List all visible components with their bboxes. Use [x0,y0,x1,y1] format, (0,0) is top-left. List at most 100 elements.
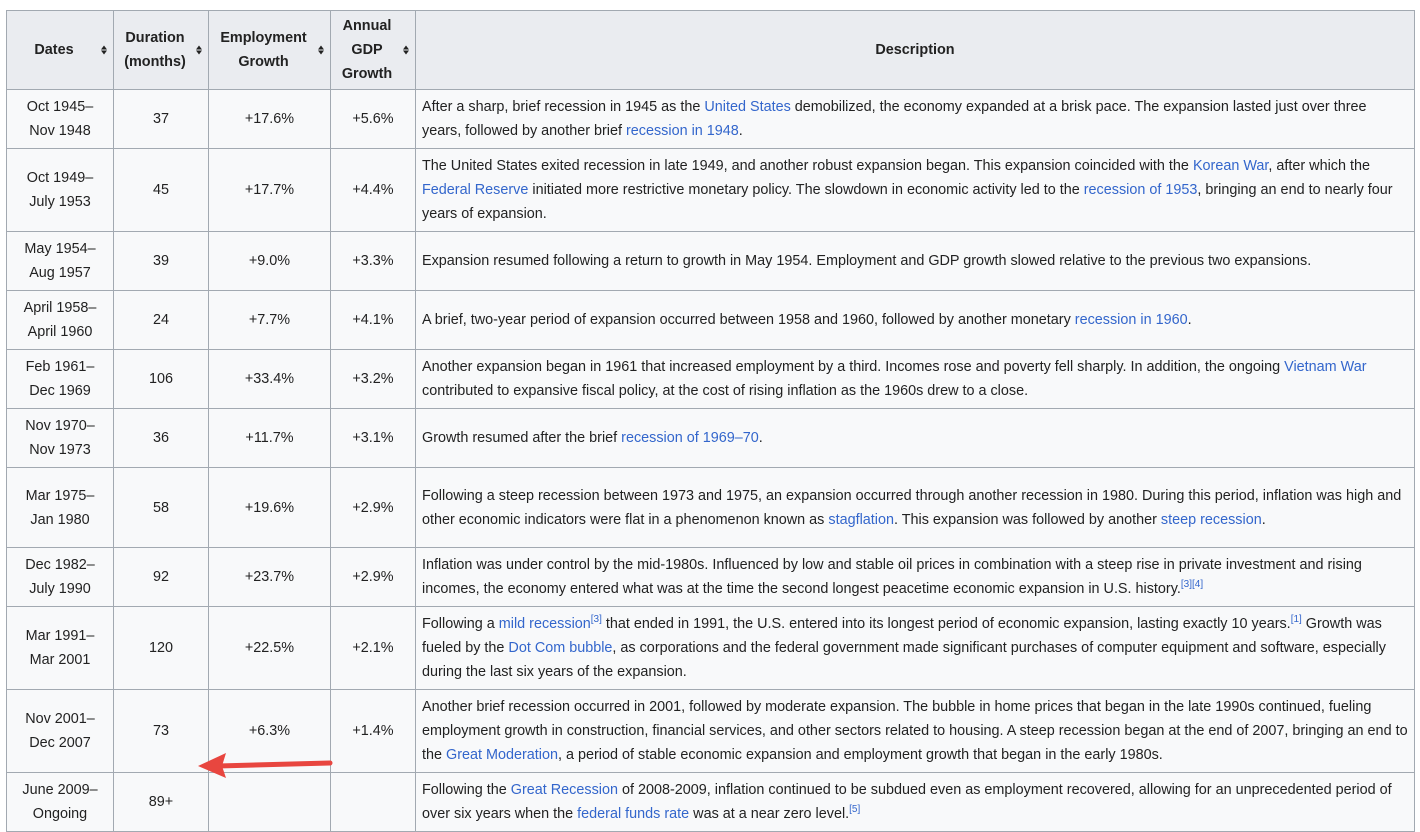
citation-link[interactable]: [3] [591,614,602,625]
cell-description: Inflation was under control by the mid-1… [415,547,1415,607]
citation-link[interactable]: [3] [1181,579,1192,590]
header-gdp-line2: GDP [351,42,383,58]
citation-link[interactable]: [4] [1192,579,1203,590]
cell-description: The United States exited recession in la… [415,148,1415,232]
arrow-shaft [215,760,333,769]
header-duration-line2: (months) [124,54,186,70]
citation-link[interactable]: [1] [1291,614,1302,625]
cell-dates: Oct 1945– Nov 1948 [6,89,114,149]
cell-employment [208,772,331,832]
cell-description: Another brief recession occurred in 2001… [415,689,1415,773]
date-line: July 1953 [29,194,91,210]
wiki-link[interactable]: steep recession [1161,512,1262,528]
wiki-link[interactable]: Korean War [1193,158,1268,174]
expansions-table: Dates Duration (months) Employment Growt… [6,10,1415,832]
description-text: Growth resumed after the brief [422,430,622,446]
date-line: Dec 1982– [25,557,95,573]
table-row: Dec 1982– July 1990 92 +23.7% +2.9% Inflation… [6,547,1415,607]
cell-duration: 89+ [113,772,209,832]
wiki-link[interactable]: Dot Com bubble [508,640,612,656]
cell-employment: +22.5% [208,606,331,690]
cell-gdp [330,772,416,832]
cell-dates: Dec 1982– July 1990 [6,547,114,607]
cell-duration: 39 [113,231,209,291]
wiki-link[interactable]: United States [704,99,790,115]
header-dates[interactable]: Dates [6,10,114,90]
date-line: Aug 1957 [29,265,91,281]
description-text: . [1187,312,1192,328]
description-text: Inflation was under control by the mid-1… [422,557,1362,597]
table-row: May 1954– Aug 1957 39 +9.0% +3.3% Expansion r… [6,231,1415,291]
citation-sup: [1] [1291,614,1302,625]
arrow-head [198,753,226,778]
description-text: The United States exited recession in la… [422,158,1193,174]
cell-employment: +19.6% [208,467,331,548]
date-line: April 1958– [23,300,97,316]
wiki-link[interactable]: Federal Reserve [422,182,528,198]
date-line: Feb 1961– [25,359,95,375]
cell-dates: Nov 1970– Nov 1973 [6,408,114,468]
header-employment-line1: Employment [220,30,307,46]
table-row: Oct 1945– Nov 1948 37 +17.6% +5.6% After a sh… [6,89,1415,149]
wiki-link[interactable]: federal funds rate [577,806,689,822]
table-body: Oct 1945– Nov 1948 37 +17.6% +5.6% After a sh… [6,89,1415,832]
cell-dates: May 1954– Aug 1957 [6,231,114,291]
cell-gdp: +3.3% [330,231,416,291]
cell-description: After a sharp, brief recession in 1945 a… [415,89,1415,149]
wiki-link[interactable]: mild recession [499,616,591,632]
description-text: Following the [422,782,511,798]
cell-description: Following a mild recession[3] that ended… [415,606,1415,690]
cell-duration: 58 [113,467,209,548]
cell-dates: Mar 1975– Jan 1980 [6,467,114,548]
cell-dates: Nov 2001– Dec 2007 [6,689,114,773]
header-gdp[interactable]: Annual GDP Growth [330,10,416,90]
cell-gdp: +4.4% [330,148,416,232]
cell-employment: +17.7% [208,148,331,232]
wiki-link[interactable]: stagflation [828,512,894,528]
date-line: July 1990 [29,581,91,597]
citation-sup: [4] [1192,579,1203,590]
wiki-link[interactable]: recession of 1969–70 [621,430,759,446]
description-text: Expansion resumed following a return to … [422,253,1312,269]
header-employment[interactable]: Employment Growth [208,10,331,90]
wiki-link[interactable]: recession in 1948 [626,123,739,139]
sort-icon[interactable] [318,45,324,55]
wiki-link[interactable]: Great Moderation [446,747,558,763]
sort-icon[interactable] [101,45,107,55]
cell-gdp: +2.9% [330,547,416,607]
description-text: that ended in 1991, the U.S. entered int… [601,616,1291,632]
cell-gdp: +2.1% [330,606,416,690]
header-employment-line2: Growth [238,54,289,70]
date-line: April 1960 [27,324,93,340]
description-text: Another expansion began in 1961 that inc… [422,359,1285,375]
cell-employment: +7.7% [208,290,331,350]
sort-icon[interactable] [403,45,409,55]
date-line: Dec 1969 [29,383,91,399]
cell-gdp: +1.4% [330,689,416,773]
wiki-link[interactable]: recession of 1953 [1084,182,1198,198]
description-text: . [1261,511,1266,528]
table-row: Feb 1961– Dec 1969 106 +33.4% +3.2% Another e… [6,349,1415,409]
cell-dates: Mar 1991– Mar 2001 [6,606,114,690]
sort-icon[interactable] [196,45,202,55]
cell-dates: June 2009– Ongoing [6,772,114,832]
table-row: June 2009– Ongoing 89+ Following the Great … [6,772,1415,832]
cell-duration: 73 [113,689,209,773]
table-row: Mar 1975– Jan 1980 58 +19.6% +2.9% Following … [6,467,1415,548]
date-line: Ongoing [32,806,88,822]
wiki-link[interactable]: Vietnam War [1284,359,1366,375]
date-line: Dec 2007 [29,735,91,751]
header-duration[interactable]: Duration (months) [113,10,209,90]
description-text: Following a [422,616,499,632]
description-text: . [758,430,763,446]
cell-description: Following a steep recession between 1973… [415,467,1415,548]
wiki-link[interactable]: Great Recession [511,782,618,798]
citation-link[interactable]: [5] [849,804,860,815]
date-line: Mar 1991– [25,628,95,644]
date-line: June 2009– [22,782,98,798]
cell-employment: +11.7% [208,408,331,468]
description-text: . This expansion was followed by another [893,511,1161,528]
cell-description: A brief, two-year period of expansion oc… [415,290,1415,350]
cell-employment: +23.7% [208,547,331,607]
wiki-link[interactable]: recession in 1960 [1075,312,1188,328]
